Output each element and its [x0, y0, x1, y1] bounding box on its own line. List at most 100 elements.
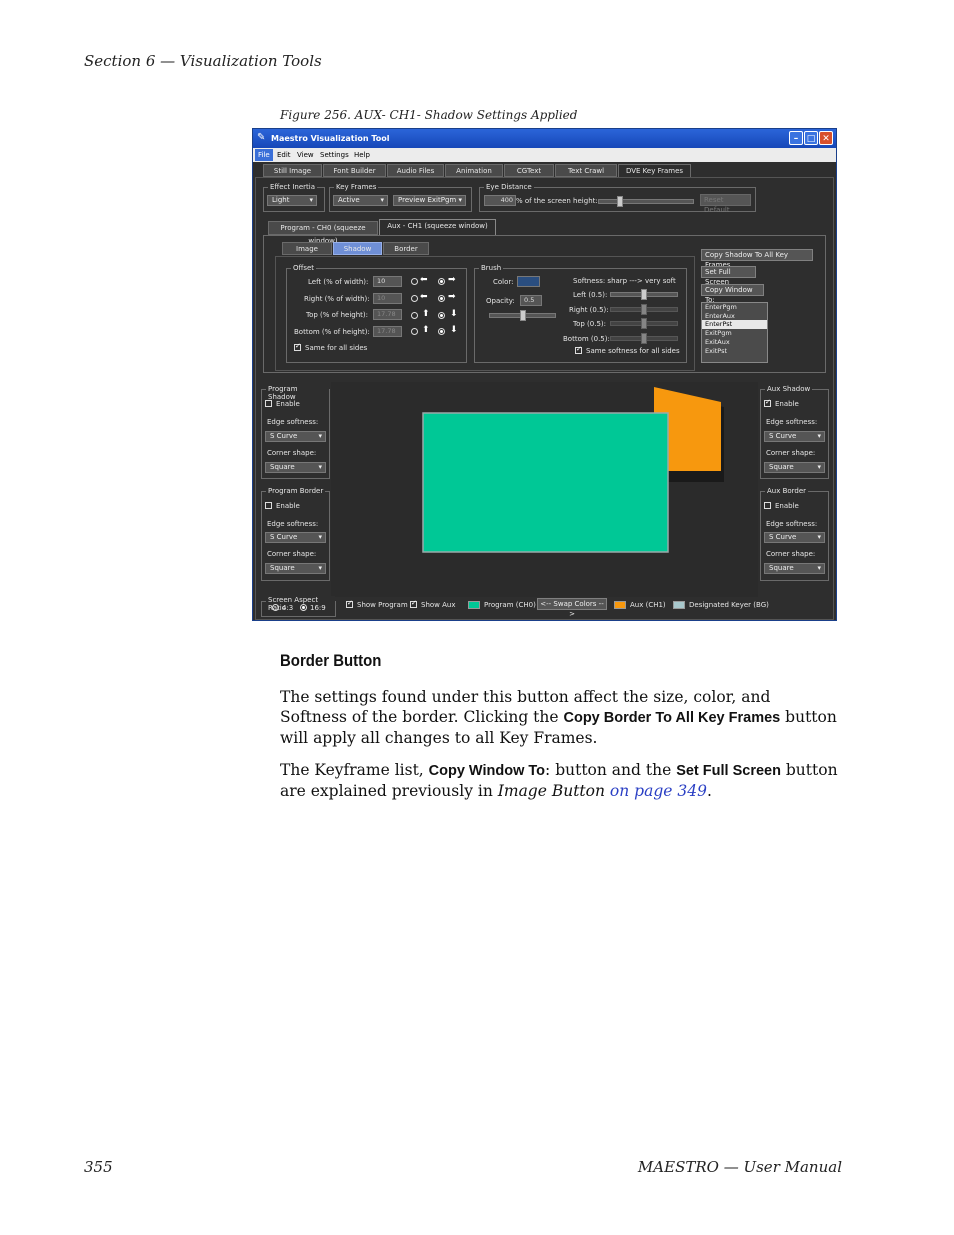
- maximize-icon[interactable]: □: [804, 131, 818, 145]
- ratio-4-3-radio[interactable]: [272, 604, 279, 611]
- offset-top-radio-b[interactable]: [438, 312, 445, 319]
- aux-border-enable-label: Enable: [775, 502, 799, 510]
- set-full-screen-button[interactable]: Set Full Screen: [701, 266, 756, 286]
- opacity-slider-knob[interactable]: [520, 310, 526, 321]
- program-window[interactable]: [422, 412, 669, 553]
- minimize-icon[interactable]: –: [789, 131, 803, 145]
- copy-shadow-all-button[interactable]: Copy Shadow To All Key Frames: [701, 249, 813, 269]
- reset-default-button[interactable]: Reset Default: [700, 194, 751, 214]
- aux-shadow-enable-checkbox[interactable]: [764, 398, 771, 407]
- program-shadow-enable-checkbox[interactable]: [265, 400, 272, 407]
- offset-right-input[interactable]: 10: [373, 293, 402, 304]
- page-349-link[interactable]: on page 349: [610, 782, 707, 800]
- subtab-shadow[interactable]: Shadow: [333, 242, 382, 255]
- aux-color-swatch[interactable]: [614, 601, 626, 609]
- show-aux-checkbox[interactable]: [410, 599, 417, 608]
- aux-border-label: Aux Border: [765, 487, 809, 495]
- softness-left-slider[interactable]: [610, 289, 678, 300]
- offset-right-radio-a[interactable]: [411, 295, 418, 302]
- offset-bottom-radio-a[interactable]: [411, 328, 418, 335]
- offset-top-label: Top (% of height):: [306, 311, 369, 319]
- preview-dropdown[interactable]: Preview ExitPgm: [393, 195, 466, 206]
- tab-still-image[interactable]: Still Image: [263, 164, 322, 177]
- tab-program-ch0[interactable]: Program - CH0 (squeeze window): [268, 221, 378, 245]
- p2-text-c: : button and the: [545, 761, 677, 779]
- tab-audio-files[interactable]: Audio Files: [387, 164, 444, 177]
- offset-bottom-input[interactable]: 17.78: [373, 326, 402, 337]
- menu-help[interactable]: Help: [354, 151, 370, 159]
- softness-top-slider[interactable]: [610, 318, 678, 329]
- eye-distance-slider-knob[interactable]: [617, 196, 623, 207]
- tab-animation[interactable]: Animation: [445, 164, 503, 177]
- offset-left-radio-a[interactable]: [411, 278, 418, 285]
- aux-border-enable-checkbox[interactable]: [764, 502, 771, 509]
- opacity-slider[interactable]: [489, 310, 556, 321]
- aux-border-edge-dropdown[interactable]: S Curve: [764, 532, 825, 543]
- brush-color-swatch[interactable]: [517, 276, 540, 287]
- eye-distance-input[interactable]: 400: [484, 195, 516, 206]
- keyframe-list-item[interactable]: ExitPgm: [702, 329, 767, 338]
- keyer-color-swatch[interactable]: [673, 601, 685, 609]
- softness-left-knob[interactable]: [641, 289, 647, 300]
- softness-bottom-knob[interactable]: [641, 333, 647, 344]
- offset-left-label: Left (% of width):: [308, 278, 369, 286]
- softness-top-knob[interactable]: [641, 318, 647, 329]
- swap-colors-button[interactable]: <-- Swap Colors -->: [537, 598, 607, 618]
- opacity-input[interactable]: 0.5: [520, 295, 542, 306]
- aux-shadow-corner-dropdown[interactable]: Square: [764, 462, 825, 473]
- keyframe-list-item[interactable]: ExitAux: [702, 338, 767, 347]
- tab-text-crawl[interactable]: Text Crawl: [555, 164, 617, 177]
- program-border-enable-checkbox[interactable]: [265, 502, 272, 509]
- program-ch-label: Program (CH0): [484, 601, 536, 609]
- window-title: Maestro Visualization Tool: [271, 134, 390, 143]
- offset-right-radio-b[interactable]: [438, 295, 445, 302]
- program-shadow-corner-dropdown[interactable]: Square: [265, 462, 326, 473]
- key-frames-dropdown[interactable]: Active: [333, 195, 388, 206]
- softness-bottom-slider[interactable]: [610, 333, 678, 344]
- preview-canvas[interactable]: [331, 382, 758, 597]
- offset-bottom-radio-b[interactable]: [438, 328, 445, 335]
- offset-top-radio-a[interactable]: [411, 312, 418, 319]
- close-icon[interactable]: ✕: [819, 131, 833, 145]
- softness-right-knob[interactable]: [641, 304, 647, 315]
- program-border-corner-dropdown[interactable]: Square: [265, 563, 326, 574]
- effect-inertia-dropdown[interactable]: Light: [267, 195, 317, 206]
- eye-distance-slider[interactable]: [598, 196, 694, 207]
- program-shadow-edge-dropdown[interactable]: S Curve: [265, 431, 326, 442]
- aux-shadow-corner-label: Corner shape:: [766, 449, 816, 457]
- offset-top-input[interactable]: 17.78: [373, 309, 402, 320]
- subtab-image[interactable]: Image: [282, 242, 332, 255]
- app-window: ✎ Maestro Visualization Tool – □ ✕ File …: [252, 128, 837, 621]
- copy-window-to-button[interactable]: Copy Window To:: [701, 284, 764, 304]
- keyframe-list-item[interactable]: EnterAux: [702, 312, 767, 321]
- menu-edit[interactable]: Edit: [277, 151, 291, 159]
- offset-label: Offset: [291, 264, 317, 272]
- keyframe-list-item[interactable]: ExitPst: [702, 347, 767, 356]
- tab-cgtext[interactable]: CGText: [504, 164, 554, 177]
- menu-settings[interactable]: Settings: [320, 151, 349, 159]
- arrow-up-icon: ⬆: [422, 325, 430, 335]
- same-softness-checkbox[interactable]: [575, 345, 582, 354]
- same-all-sides-checkbox[interactable]: [294, 342, 301, 351]
- subtab-border[interactable]: Border: [383, 242, 429, 255]
- keyframe-list[interactable]: EnterPgm EnterAux EnterPst ExitPgm ExitAux Ex…: [701, 302, 768, 363]
- paragraph-2: The Keyframe list, Copy Window To: butto…: [280, 760, 842, 801]
- keyframe-list-item[interactable]: EnterPgm: [702, 303, 767, 312]
- keyframe-list-item[interactable]: EnterPst: [702, 320, 767, 330]
- softness-right-slider[interactable]: [610, 304, 678, 315]
- show-program-checkbox[interactable]: [346, 599, 353, 608]
- aux-shadow-edge-dropdown[interactable]: S Curve: [764, 431, 825, 442]
- tab-dve-key-frames[interactable]: DVE Key Frames: [618, 164, 691, 177]
- aux-border-corner-dropdown[interactable]: Square: [764, 563, 825, 574]
- menu-file[interactable]: File: [255, 149, 273, 161]
- aux-border-edge-label: Edge softness:: [766, 520, 818, 528]
- program-color-swatch[interactable]: [468, 601, 480, 609]
- tab-aux-ch1[interactable]: Aux - CH1 (squeeze window): [379, 219, 496, 235]
- tab-font-builder[interactable]: Font Builder: [323, 164, 386, 177]
- offset-left-input[interactable]: 10: [373, 276, 402, 287]
- menu-view[interactable]: View: [297, 151, 314, 159]
- ratio-16-9-radio[interactable]: [300, 604, 307, 611]
- offset-left-radio-b[interactable]: [438, 278, 445, 285]
- program-border-edge-dropdown[interactable]: S Curve: [265, 532, 326, 543]
- p1-bold-copy-border: Copy Border To All Key Frames: [563, 710, 781, 726]
